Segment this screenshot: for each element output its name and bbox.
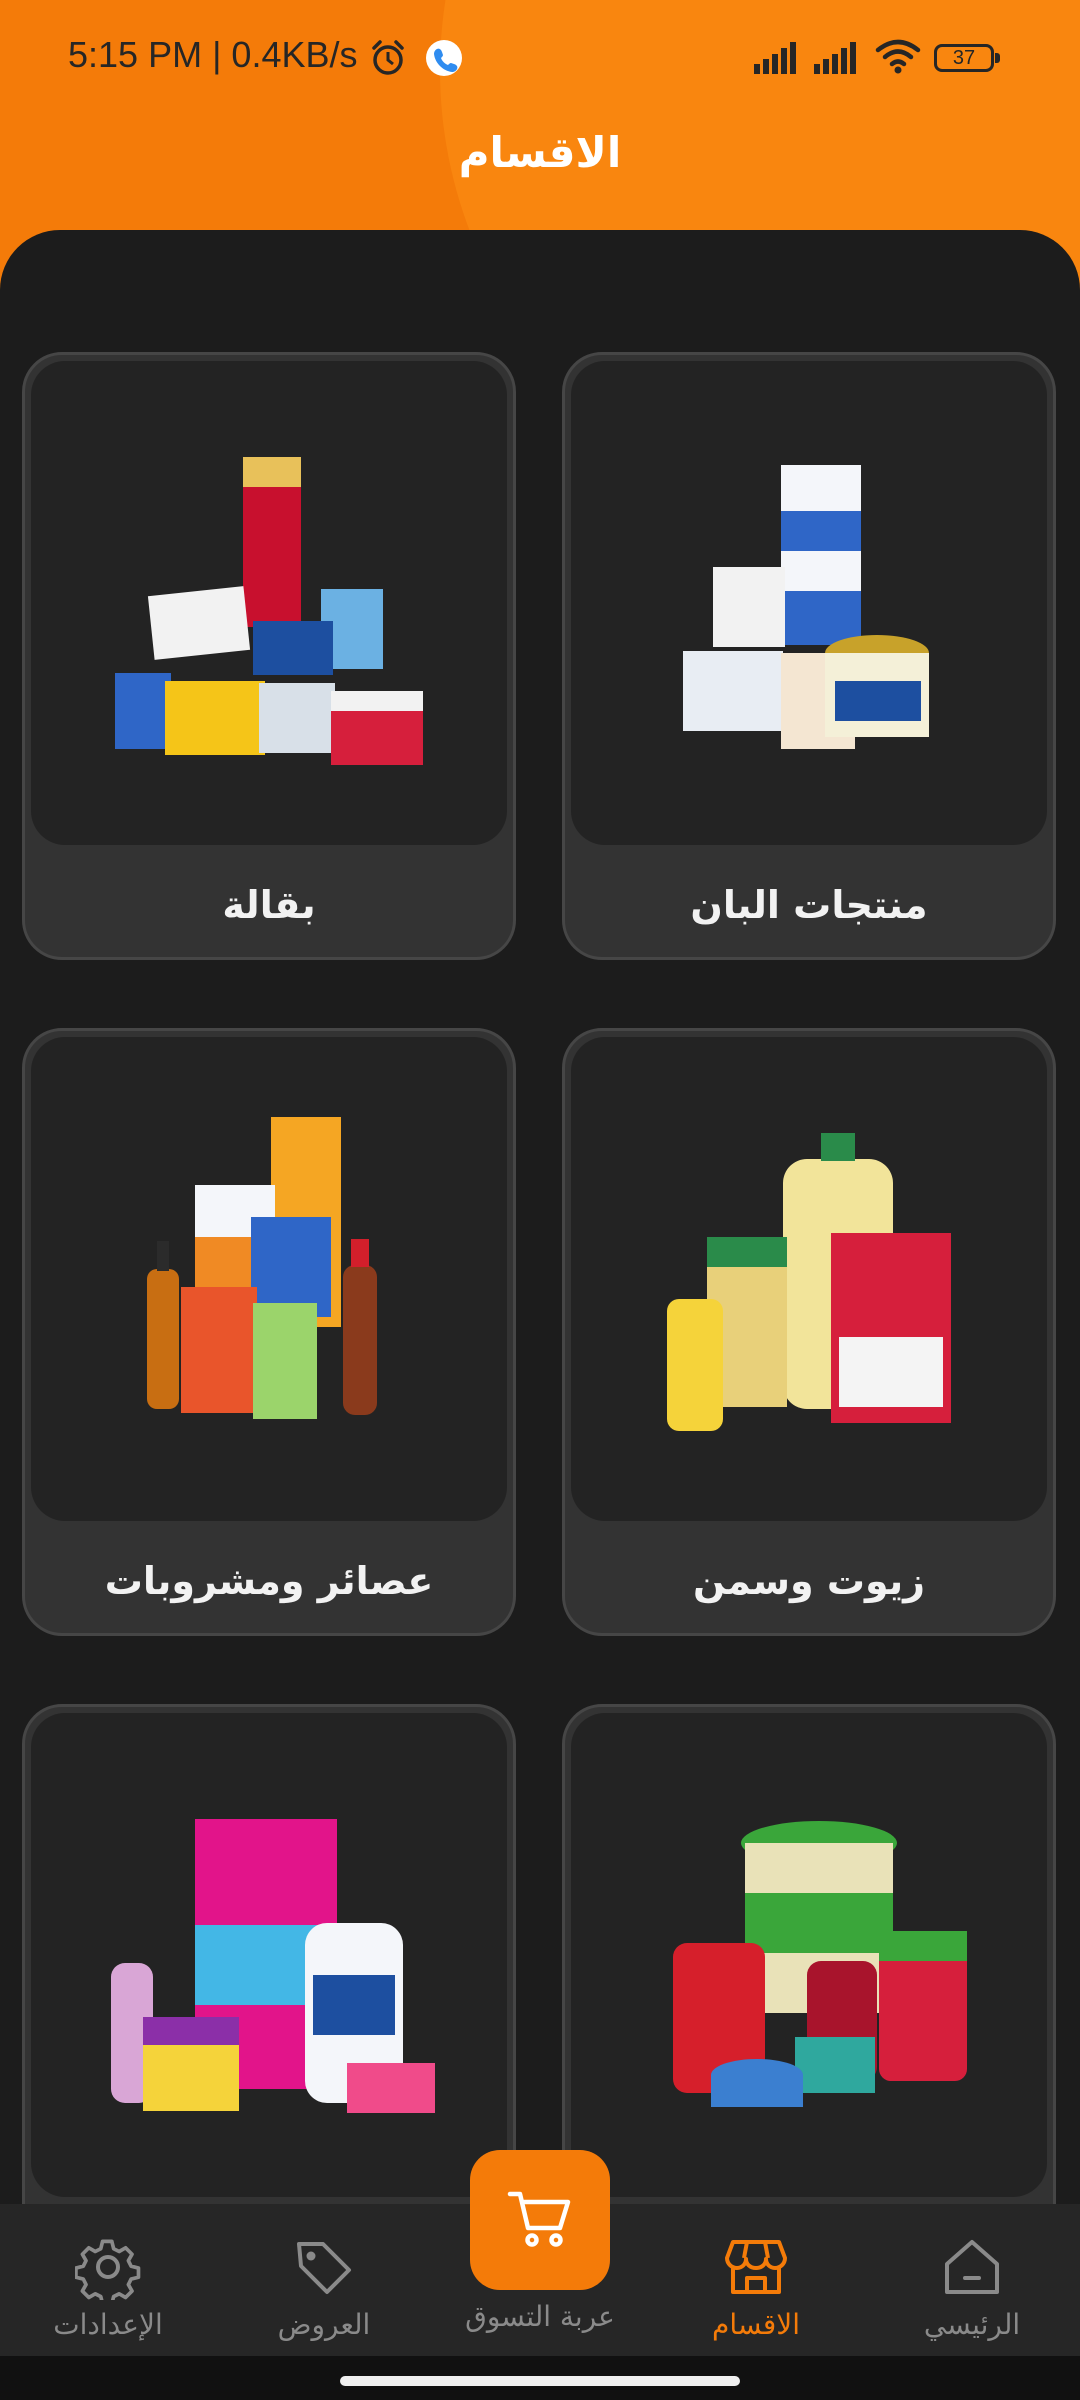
oils-ghee-image [571,1037,1047,1521]
category-label: عصائر ومشروبات [104,1559,434,1603]
shopping-cart-icon [502,2180,578,2260]
signal-icon [812,42,862,78]
category-label: زيوت وسمن [692,1559,926,1603]
juices-drinks-image [31,1037,507,1521]
call-icon [424,38,464,82]
alarm-icon [368,38,408,82]
status-bar: 5:15 PM | 0.4KB/s 37 [0,0,1080,118]
home-icon [892,2232,1052,2302]
category-label: منتجات البان [690,883,928,927]
nav-offers-label: العروض [277,2308,371,2341]
category-label: بقالة [222,883,316,927]
store-icon [676,2232,836,2302]
nav-settings-label: الإعدادات [53,2308,163,2341]
nav-settings[interactable]: الإعدادات [28,2232,188,2341]
category-card-juices[interactable]: عصائر ومشروبات [22,1028,516,1636]
cart-button[interactable] [470,2150,610,2290]
page-title: الاقسام [458,128,622,177]
wifi-icon [874,38,922,78]
status-time: 5:15 PM | 0.4KB/s [68,34,358,75]
nav-offers[interactable]: العروض [244,2232,404,2341]
tag-icon [244,2232,404,2302]
cleaning-products-image [31,1713,507,2197]
nav-home-label: الرئيسي [923,2308,1021,2341]
category-card-oils[interactable]: زيوت وسمن [562,1028,1056,1636]
grocery-products-image [31,361,507,845]
home-indicator[interactable] [340,2376,740,2386]
category-card-dairy[interactable]: منتجات البان [562,352,1056,960]
categories-grid: بقالة منتجات البان عصائر ومشروبات زيوت و… [0,230,1080,2400]
gear-icon [28,2232,188,2302]
nav-categories-label: الاقسام [712,2308,800,2341]
dairy-products-image [571,361,1047,845]
nav-cart-label: عربة التسوق [465,2300,615,2333]
canned-food-image [571,1713,1047,2197]
category-card-grocery[interactable]: بقالة [22,352,516,960]
battery-icon: 37 [934,44,1000,72]
nav-categories[interactable]: الاقسام [676,2232,836,2341]
nav-home[interactable]: الرئيسي [892,2232,1052,2341]
categories-screen: 5:15 PM | 0.4KB/s 37 الاقسام بقالة منتجا… [0,0,1080,2400]
signal-icon [752,42,802,78]
